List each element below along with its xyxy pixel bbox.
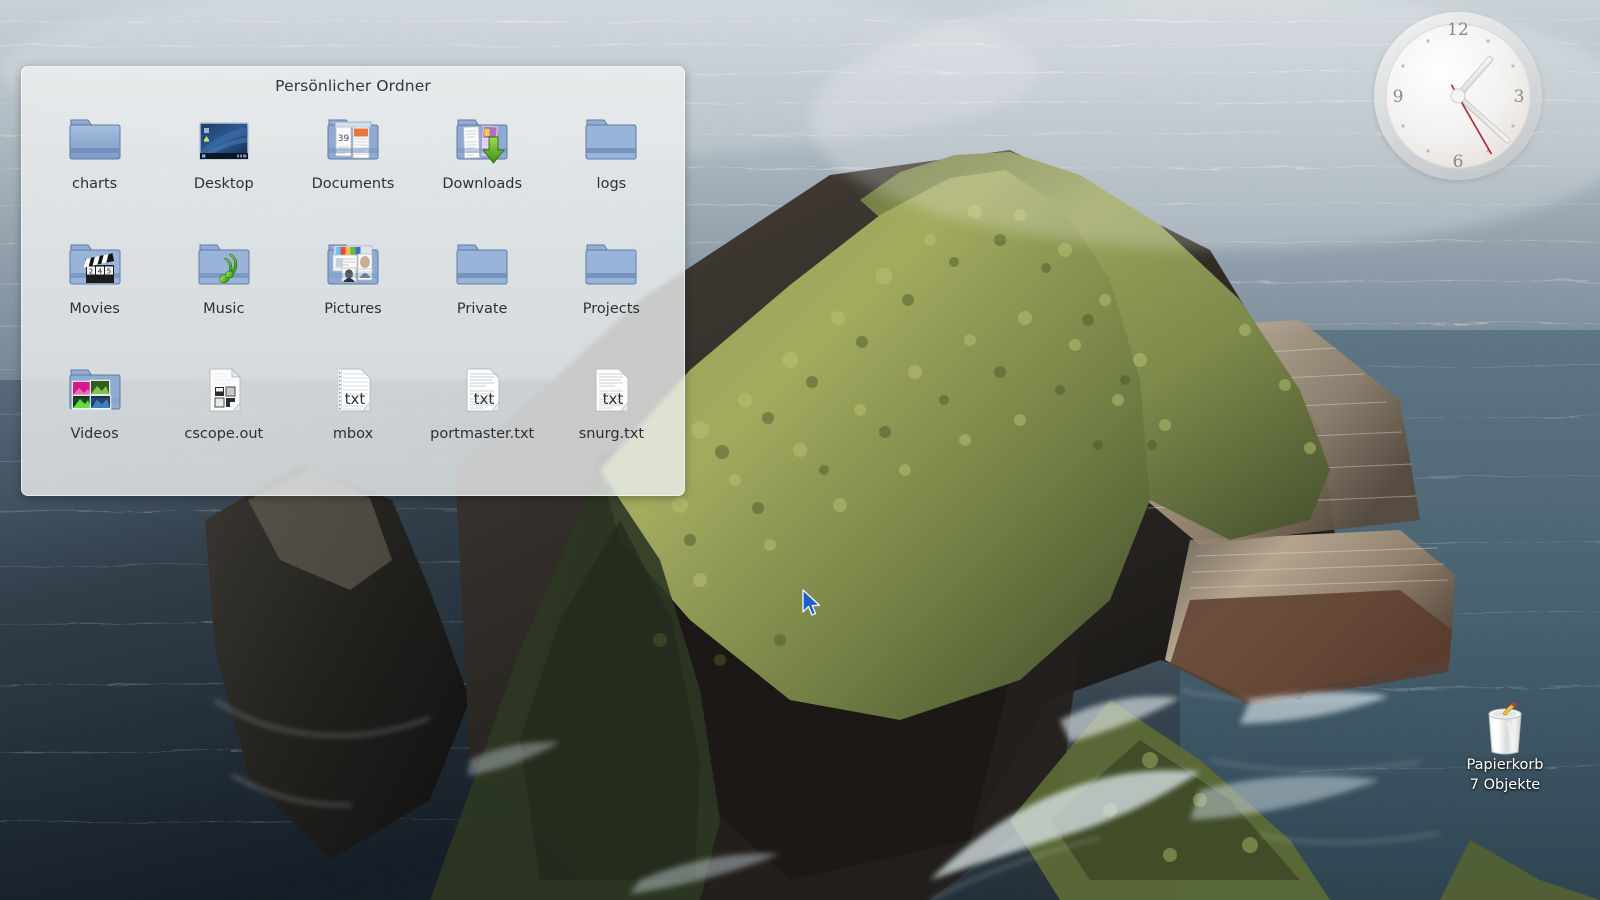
desktop-item-label: Movies (69, 301, 120, 317)
desktop-item-private[interactable]: Private (418, 232, 547, 357)
folder-icon (451, 236, 513, 294)
desktop-item-label: Desktop (193, 176, 254, 192)
desktop-item-label: charts (71, 176, 118, 192)
trash-desktop-icon[interactable]: Papierkorb 7 Objekte (1444, 700, 1566, 795)
folder-pictures-icon (322, 236, 384, 294)
folder-images-icon (64, 361, 126, 419)
desktop-item-label: Videos (70, 426, 119, 442)
desktop-item-downloads[interactable]: Downloads (418, 107, 547, 232)
desktop-item-label: Pictures (324, 301, 382, 317)
desktop-item-snurg-txt[interactable]: txt snurg.txt (547, 357, 676, 482)
desktop-item-cscope-out[interactable]: cscope.out (159, 357, 288, 482)
desktop-item-label: portmaster.txt (430, 426, 535, 442)
desktop-item-label: snurg.txt (578, 426, 645, 442)
svg-text:txt: txt (474, 390, 495, 408)
svg-text:9: 9 (1393, 87, 1404, 107)
svg-text:3: 3 (1514, 87, 1525, 107)
desktop-icon-grid: charts Desktop 39 Documents Downloads lo… (22, 107, 684, 482)
svg-text:2: 2 (88, 268, 92, 276)
desktop-item-label: Private (456, 301, 508, 317)
desktop-item-label: cscope.out (184, 426, 264, 442)
desktop-item-movies[interactable]: 2 4 5 Movies (30, 232, 159, 357)
desktop-item-label: Downloads (442, 176, 523, 192)
desktop-item-portmaster-txt[interactable]: txt portmaster.txt (418, 357, 547, 482)
trash-label: Papierkorb (1466, 757, 1544, 773)
folder-icon (580, 111, 642, 169)
folder-desktop-icon (193, 111, 255, 169)
desktop-item-label: logs (596, 176, 627, 192)
panel-title: Persönlicher Ordner (275, 77, 431, 95)
folder-downloads-icon (451, 111, 513, 169)
folder-documents-icon: 39 (322, 111, 384, 169)
desktop-item-desktop[interactable]: Desktop (159, 107, 288, 232)
desktop-item-label: mbox (332, 426, 374, 442)
svg-text:12: 12 (1447, 20, 1469, 40)
desktop-item-projects[interactable]: Projects (547, 232, 676, 357)
svg-text:4: 4 (97, 268, 102, 276)
desktop-item-label: Documents (311, 176, 395, 192)
svg-text:5: 5 (106, 268, 110, 276)
svg-text:txt: txt (603, 390, 624, 408)
desktop-item-charts[interactable]: charts (30, 107, 159, 232)
folder-music-icon (193, 236, 255, 294)
desktop-item-logs[interactable]: logs (547, 107, 676, 232)
svg-text:txt: txt (345, 390, 366, 408)
folder-icon (64, 111, 126, 169)
file-text-lined-icon: txt (322, 361, 384, 419)
desktop-item-mbox[interactable]: txt mbox (288, 357, 417, 482)
desktop-item-label: Music (203, 301, 245, 317)
desktop-item-videos[interactable]: Videos (30, 357, 159, 482)
trash-count-label: 7 Objekte (1469, 776, 1541, 793)
desktop-item-pictures[interactable]: Pictures (288, 232, 417, 357)
desktop-item-music[interactable]: Music (159, 232, 288, 357)
file-generic-icon (193, 361, 255, 419)
file-txt-icon: txt (451, 361, 513, 419)
svg-text:6: 6 (1453, 152, 1464, 172)
file-txt-icon: txt (580, 361, 642, 419)
folder-icon (580, 236, 642, 294)
desktop-folder-panel[interactable]: Persönlicher Ordner charts Desktop 39 Do… (21, 66, 685, 496)
folder-videos-icon: 2 4 5 (64, 236, 126, 294)
analog-clock-widget[interactable]: 12 3 6 9 (1371, 9, 1546, 184)
svg-text:39: 39 (338, 134, 350, 144)
desktop-item-documents[interactable]: 39 Documents (288, 107, 417, 232)
desktop-item-label: Projects (582, 301, 640, 317)
trash-can-icon (1479, 700, 1531, 756)
